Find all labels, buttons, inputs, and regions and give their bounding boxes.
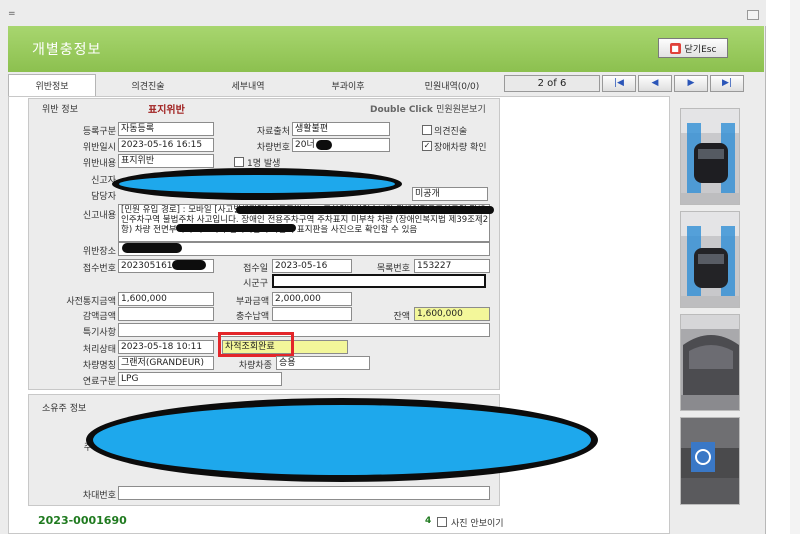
- opinion-checkbox[interactable]: [422, 125, 432, 135]
- balance-field[interactable]: 1,600,000: [414, 307, 490, 321]
- violation-place-label: 위반장소: [82, 247, 116, 257]
- processing-status-field[interactable]: 차적조회완료: [222, 340, 348, 354]
- source-field[interactable]: 생활불편: [292, 122, 390, 136]
- record-code: 2023-0001690: [38, 514, 127, 527]
- report-content-label: 신고내용: [82, 211, 116, 221]
- parking-photo-1[interactable]: [680, 108, 740, 205]
- reg-type-label: 등록구분: [82, 127, 116, 137]
- remarks-field[interactable]: [118, 323, 490, 337]
- record-pager: 2 of 6 |◀ ◀ ▶ ▶|: [504, 75, 744, 92]
- chassis-no-label: 차대번호: [82, 491, 116, 501]
- reg-type-field[interactable]: 자동등록: [118, 122, 214, 136]
- processing-time-field[interactable]: 2023-05-18 10:11: [118, 340, 214, 354]
- collected-amount-label: 충수납액: [236, 312, 270, 322]
- opinion-checkbox-label: 의견진술: [434, 127, 468, 137]
- page-title: 개별충정보: [32, 42, 102, 58]
- tab-bar: 위반정보 의견진술 세부내역 부과이후 민원내역(0/0): [8, 74, 500, 96]
- record-counter: 2 of 6: [504, 75, 600, 92]
- prev-record-button[interactable]: ◀: [638, 75, 672, 92]
- source-label: 자료출처: [256, 127, 290, 137]
- remarks-label: 특기사항: [82, 328, 116, 338]
- levy-amount-field[interactable]: 2,000,000: [272, 292, 352, 306]
- car-name-field[interactable]: 그랜저(GRANDEUR): [118, 356, 214, 370]
- fuel-type-field[interactable]: LPG: [118, 372, 282, 386]
- page-scrollbar[interactable]: [790, 0, 800, 534]
- manager-status-field[interactable]: 미공개: [412, 187, 488, 201]
- receipt-no-label: 접수번호: [82, 264, 116, 274]
- owner-section-title: 소유주 정보: [42, 404, 87, 414]
- redaction-oval-owner: [86, 398, 598, 482]
- redaction-scribble: [172, 260, 206, 270]
- vehicle-no-label: 차량번호: [256, 143, 290, 153]
- one-person-checkbox[interactable]: [234, 157, 244, 167]
- list-no-field[interactable]: 153227: [414, 259, 490, 273]
- parking-photo-2[interactable]: [680, 211, 740, 308]
- disabled-vehicle-label: 장애차량 확인: [434, 143, 487, 153]
- system-menu-icon[interactable]: =: [8, 9, 16, 19]
- header-bar: 개별충정보 ■ 닫기Esc: [8, 26, 764, 72]
- fuel-type-label: 연료구분: [82, 377, 116, 387]
- car-name-label: 차량명칭: [82, 361, 116, 371]
- violation-content-field[interactable]: 표지위반: [118, 154, 214, 168]
- hide-photos-checkbox[interactable]: [437, 517, 447, 527]
- tab-opinion[interactable]: 의견진술: [108, 74, 188, 96]
- tab-complaints[interactable]: 민원내역(0/0): [404, 74, 500, 96]
- first-record-button[interactable]: |◀: [602, 75, 636, 92]
- notice-amount-label: 사전통지금액: [66, 297, 116, 307]
- receipt-date-label: 접수일: [243, 264, 268, 274]
- city-label: 시군구: [243, 279, 268, 289]
- vehicle-type-field[interactable]: 승용: [276, 356, 370, 370]
- view-original-link[interactable]: Double Click 민원원본보기: [370, 102, 486, 115]
- tab-after-levy[interactable]: 부과이후: [308, 74, 388, 96]
- violation-type-title: 표지위반: [148, 105, 185, 116]
- close-button[interactable]: ■ 닫기Esc: [658, 38, 728, 58]
- processing-status-label: 처리상태: [82, 345, 116, 355]
- title-bar: =: [0, 0, 766, 26]
- levy-amount-label: 부과금액: [236, 297, 270, 307]
- list-no-label: 목록번호: [376, 264, 410, 274]
- close-button-label: 닫기Esc: [684, 44, 717, 55]
- vehicle-no-field[interactable]: 20너: [292, 138, 390, 152]
- redaction-oval-reporter: [112, 168, 402, 200]
- tab-violation-info[interactable]: 위반정보: [8, 74, 96, 96]
- redaction-scribble: [122, 243, 182, 253]
- reporter-label: 신고자: [91, 176, 116, 186]
- reduction-amount-label: 감액금액: [82, 312, 116, 322]
- violation-content-label: 위반내용: [82, 159, 116, 169]
- violation-date-label: 위반일시: [82, 143, 116, 153]
- disabled-vehicle-checkbox[interactable]: ✓: [422, 141, 432, 151]
- stop-icon: ■: [669, 42, 681, 54]
- reduction-amount-field[interactable]: [118, 307, 214, 321]
- hide-photos-label: 사진 안보이기: [451, 519, 504, 529]
- collected-amount-field[interactable]: [272, 307, 352, 321]
- last-record-button[interactable]: ▶|: [710, 75, 744, 92]
- next-record-button[interactable]: ▶: [674, 75, 708, 92]
- vehicle-type-label: 차량차종: [238, 361, 272, 371]
- violation-section-title: 위반 정보: [42, 105, 78, 115]
- redaction-scribble: [176, 224, 296, 232]
- redaction-mark: [316, 140, 332, 150]
- view-original-label: 민원원본보기: [436, 105, 486, 115]
- parking-photo-3[interactable]: [680, 314, 740, 411]
- notice-amount-field[interactable]: 1,600,000: [118, 292, 214, 306]
- double-click-hint: Double Click: [370, 105, 433, 115]
- vehicle-no-value: 20너: [295, 140, 315, 150]
- chassis-no-field[interactable]: [118, 486, 490, 500]
- manager-label: 담당자: [91, 192, 116, 202]
- violation-date-field[interactable]: 2023-05-16 16:15: [118, 138, 214, 152]
- city-field[interactable]: [272, 274, 486, 288]
- balance-label: 잔액: [393, 312, 410, 322]
- receipt-date-field[interactable]: 2023-05-16: [272, 259, 352, 273]
- redaction-scribble: [236, 206, 494, 214]
- parking-photo-4[interactable]: [680, 417, 740, 505]
- tab-details[interactable]: 세부내역: [208, 74, 288, 96]
- window-close-button[interactable]: [747, 10, 759, 20]
- photo-count: 4: [425, 516, 432, 526]
